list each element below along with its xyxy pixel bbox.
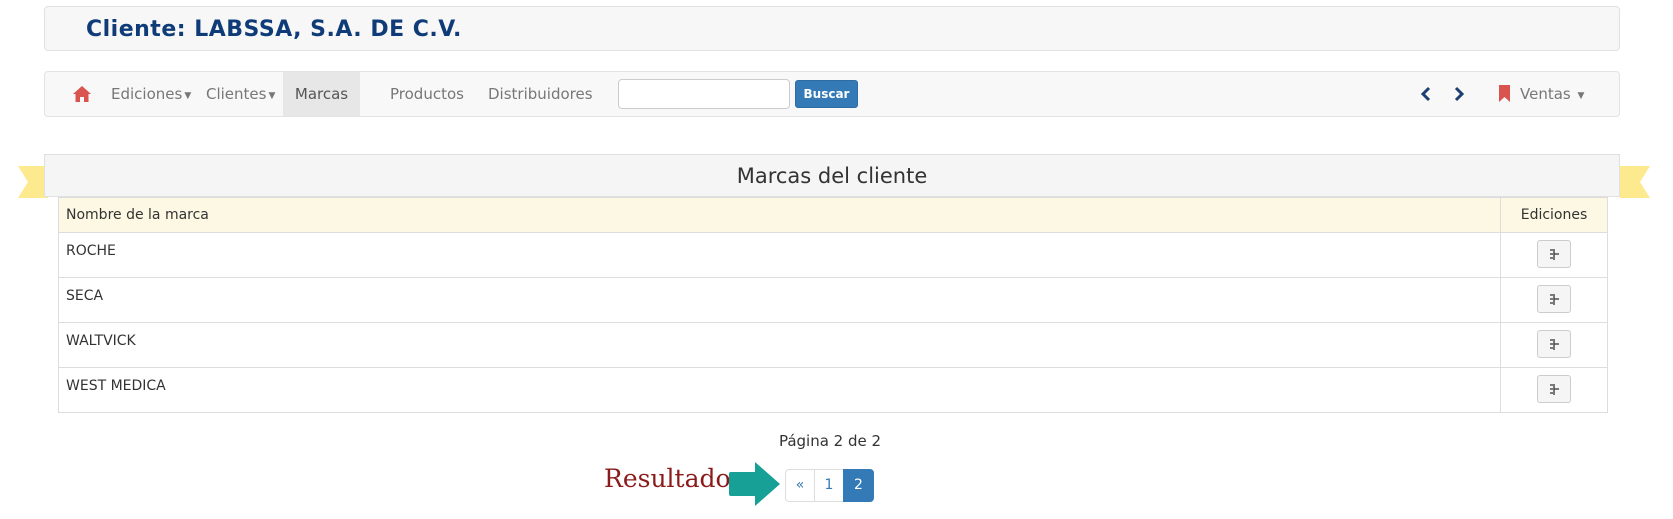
bookmark-icon [1499,85,1510,102]
tree-list-icon [1550,339,1559,350]
caret-down-icon: ▼ [268,91,276,101]
brand-name: SECA [58,277,1501,323]
nav-ediciones[interactable]: Ediciones ▼ [111,72,191,116]
brand-name: ROCHE [58,232,1501,278]
table-row: WEST MEDICA [58,367,1608,413]
brand-name: WALTVICK [58,322,1501,368]
table-row: ROCHE [58,232,1608,278]
pagination: « 1 2 [785,469,874,502]
nav-marcas-label: Marcas [294,85,349,103]
pagination-status: Página 2 de 2 [778,432,882,450]
chevron-right-icon[interactable] [1452,86,1466,102]
ediciones-button[interactable] [1537,285,1571,313]
search-button[interactable]: Buscar [795,80,858,108]
pagination-page-1[interactable]: 1 [814,469,844,502]
ediciones-button[interactable] [1537,240,1571,268]
ediciones-button[interactable] [1537,330,1571,358]
client-title: Cliente: LABSSA, S.A. DE C.V. [86,17,462,42]
search-input[interactable] [618,79,790,109]
nav-clientes-label: Clientes [206,85,267,103]
resultado-annotation: Resultado [604,464,731,493]
nav-marcas[interactable]: Marcas [283,72,360,116]
panel-title: Marcas del cliente [736,164,928,188]
ediciones-button[interactable] [1537,375,1571,403]
brand-name: WEST MEDICA [58,367,1501,413]
pagination-prev[interactable]: « [785,469,815,502]
arrow-right-icon [729,462,780,506]
brands-table: Nombre de la marca Ediciones ROCHE SECA … [58,197,1608,413]
caret-down-icon: ▼ [1577,91,1585,101]
nav-distribuidores[interactable]: Distribuidores [488,72,593,116]
column-header-name: Nombre de la marca [58,197,1501,233]
caret-down-icon: ▼ [184,91,192,101]
tree-list-icon [1550,249,1559,260]
nav-ediciones-label: Ediciones [111,85,183,103]
tree-list-icon [1550,294,1559,305]
table-header-row: Nombre de la marca Ediciones [58,197,1608,233]
ribbon-right-decoration [1620,166,1650,198]
nav-distribuidores-label: Distribuidores [488,85,593,103]
nav-productos-label: Productos [390,85,464,103]
home-icon[interactable] [72,85,92,103]
pagination-page-2[interactable]: 2 [843,469,874,502]
table-row: WALTVICK [58,322,1608,368]
column-header-ediciones: Ediciones [1500,197,1608,233]
tree-list-icon [1550,384,1559,395]
nav-ventas-label: Ventas [1520,85,1571,103]
chevron-left-icon[interactable] [1419,86,1433,102]
panel-heading: Marcas del cliente [44,154,1620,197]
nav-productos[interactable]: Productos [390,72,464,116]
nav-ventas[interactable]: Ventas ▼ [1520,72,1584,116]
nav-clientes[interactable]: Clientes ▼ [206,72,275,116]
table-row: SECA [58,277,1608,323]
client-header: Cliente: LABSSA, S.A. DE C.V. [44,6,1620,51]
main-navbar: Ediciones ▼ Clientes ▼ Marcas Productos Di… [44,71,1620,117]
